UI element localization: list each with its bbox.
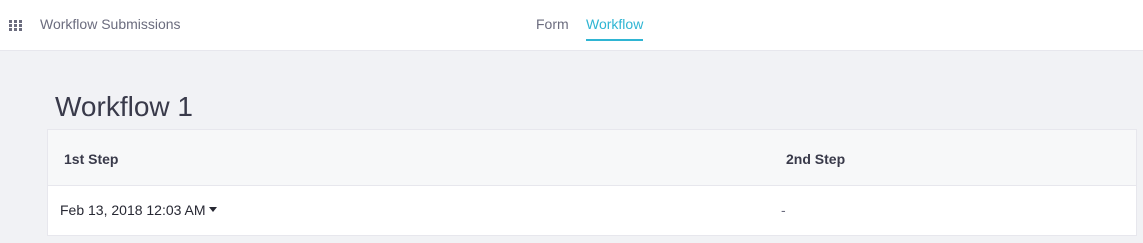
- step1-date-value: Feb 13, 2018 12:03 AM: [60, 202, 206, 218]
- caret-down-icon: [208, 207, 217, 212]
- page-title: Workflow 1: [55, 91, 193, 122]
- tab-workflow[interactable]: Workflow: [586, 15, 644, 41]
- step1-date-dropdown[interactable]: Feb 13, 2018 12:03 AM: [60, 202, 217, 218]
- column-header-2nd-step: 2nd Step: [786, 151, 846, 167]
- apps-grid-icon[interactable]: [9, 18, 22, 31]
- app-title: Workflow Submissions: [40, 16, 181, 32]
- step2-value: -: [781, 202, 786, 218]
- table-row: Feb 13, 2018 12:03 AM -: [48, 186, 1136, 235]
- top-navbar: Workflow Submissions Form Workflow: [0, 0, 1143, 51]
- workflow-table: 1st Step 2nd Step Feb 13, 2018 12:03 AM …: [47, 129, 1137, 236]
- tab-form[interactable]: Form: [536, 15, 569, 33]
- column-header-1st-step: 1st Step: [64, 151, 119, 167]
- table-header: 1st Step 2nd Step: [48, 130, 1136, 186]
